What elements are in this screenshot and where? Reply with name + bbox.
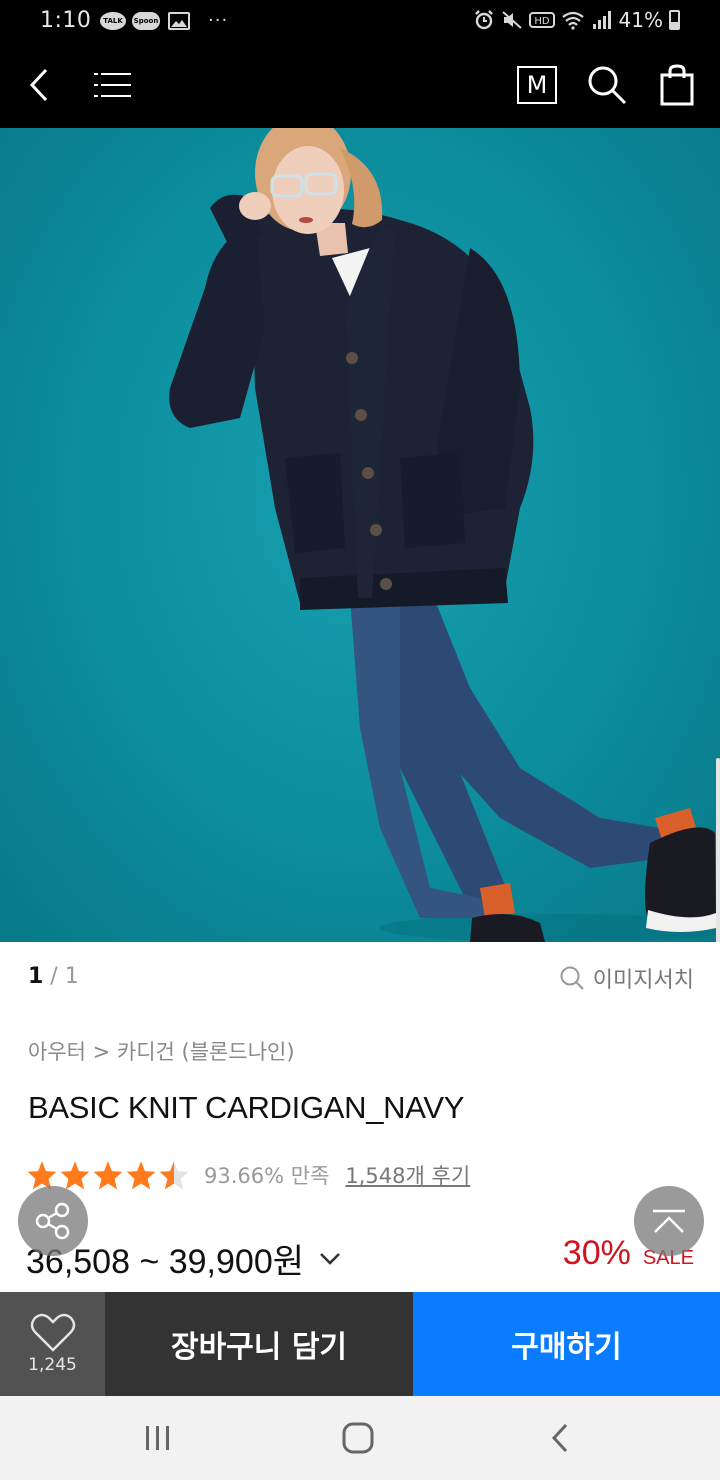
- product-title: BASIC KNIT CARDIGAN_NAVY: [28, 1090, 465, 1125]
- talk-notification-icon: TALK: [100, 11, 126, 30]
- wishlist-count: 1,245: [28, 1355, 77, 1375]
- home-button[interactable]: [336, 1416, 380, 1460]
- chevron-left-icon: [29, 68, 48, 102]
- battery-percent: 41%: [618, 8, 663, 32]
- star-full-icon: [60, 1161, 90, 1190]
- battery-icon: [669, 10, 680, 30]
- star-half-icon: [159, 1161, 189, 1190]
- chevron-down-icon: [320, 1252, 340, 1265]
- search-icon: [560, 966, 584, 990]
- gallery-notification-icon: [168, 11, 190, 30]
- recent-apps-button[interactable]: [136, 1416, 180, 1460]
- menu-button[interactable]: [90, 62, 136, 108]
- image-search-button[interactable]: 이미지서치: [559, 962, 694, 994]
- share-button[interactable]: [18, 1186, 88, 1256]
- review-count-link[interactable]: 1,548개 후기: [345, 1160, 470, 1190]
- back-button[interactable]: [18, 62, 64, 108]
- list-menu-icon: [94, 73, 131, 97]
- rating-row: 93.66% 만족 1,548개 후기: [26, 1160, 470, 1190]
- signal-icon: [592, 11, 611, 29]
- alarm-icon: [474, 10, 493, 30]
- search-icon: [588, 66, 627, 105]
- m-logo-icon: M: [517, 66, 557, 104]
- total-image-count: 1: [64, 964, 79, 989]
- satisfaction-rate: 93.66% 만족: [204, 1164, 330, 1188]
- status-bar: 1:10 TALK Spoon ··· HD 41%: [0, 0, 720, 42]
- page-separator: /: [43, 964, 65, 989]
- spoon-notification-icon: Spoon: [132, 11, 160, 30]
- image-scroll-indicator: [716, 758, 720, 942]
- scroll-to-top-button[interactable]: [634, 1186, 704, 1256]
- buy-now-button[interactable]: 구매하기: [413, 1292, 720, 1396]
- recent-apps-icon: [146, 1426, 169, 1450]
- search-button[interactable]: [584, 62, 630, 108]
- system-status-icons: HD 41%: [473, 8, 680, 32]
- status-time: 1:10: [40, 8, 92, 33]
- wishlist-button[interactable]: 1,245: [0, 1292, 105, 1396]
- product-image[interactable]: [0, 128, 720, 942]
- image-page-counter: 1 / 1: [28, 964, 79, 989]
- current-image-index: 1: [28, 964, 44, 989]
- star-full-icon: [126, 1161, 156, 1190]
- category-breadcrumb[interactable]: 아우터 > 카디건 (블론드나인): [28, 1036, 295, 1066]
- svg-text:HD: HD: [534, 16, 550, 27]
- hd-voice-icon: HD: [528, 12, 555, 28]
- chevron-left-icon: [551, 1423, 568, 1453]
- cart-button[interactable]: [654, 62, 700, 108]
- heart-icon: [30, 1313, 75, 1352]
- my-page-button[interactable]: M: [514, 62, 560, 108]
- system-nav-bar: [0, 1396, 720, 1480]
- add-to-cart-button[interactable]: 장바구니 담기: [105, 1292, 413, 1396]
- wifi-icon: [561, 11, 584, 30]
- shopping-bag-icon: [660, 64, 694, 106]
- system-back-button[interactable]: [538, 1416, 582, 1460]
- model-illustration: [169, 128, 720, 942]
- notification-icons: TALK Spoon ···: [100, 10, 228, 31]
- star-full-icon: [93, 1161, 123, 1190]
- image-search-label: 이미지서치: [592, 968, 694, 993]
- app-header: M: [0, 42, 720, 128]
- share-icon: [35, 1202, 70, 1240]
- discount-percent: 30%: [562, 1234, 631, 1272]
- more-notifications-icon: ···: [208, 10, 229, 31]
- home-icon: [342, 1422, 374, 1454]
- mute-icon: [501, 11, 522, 29]
- bottom-action-bar: 1,245 장바구니 담기 구매하기: [0, 1292, 720, 1396]
- arrow-up-icon: [653, 1209, 685, 1233]
